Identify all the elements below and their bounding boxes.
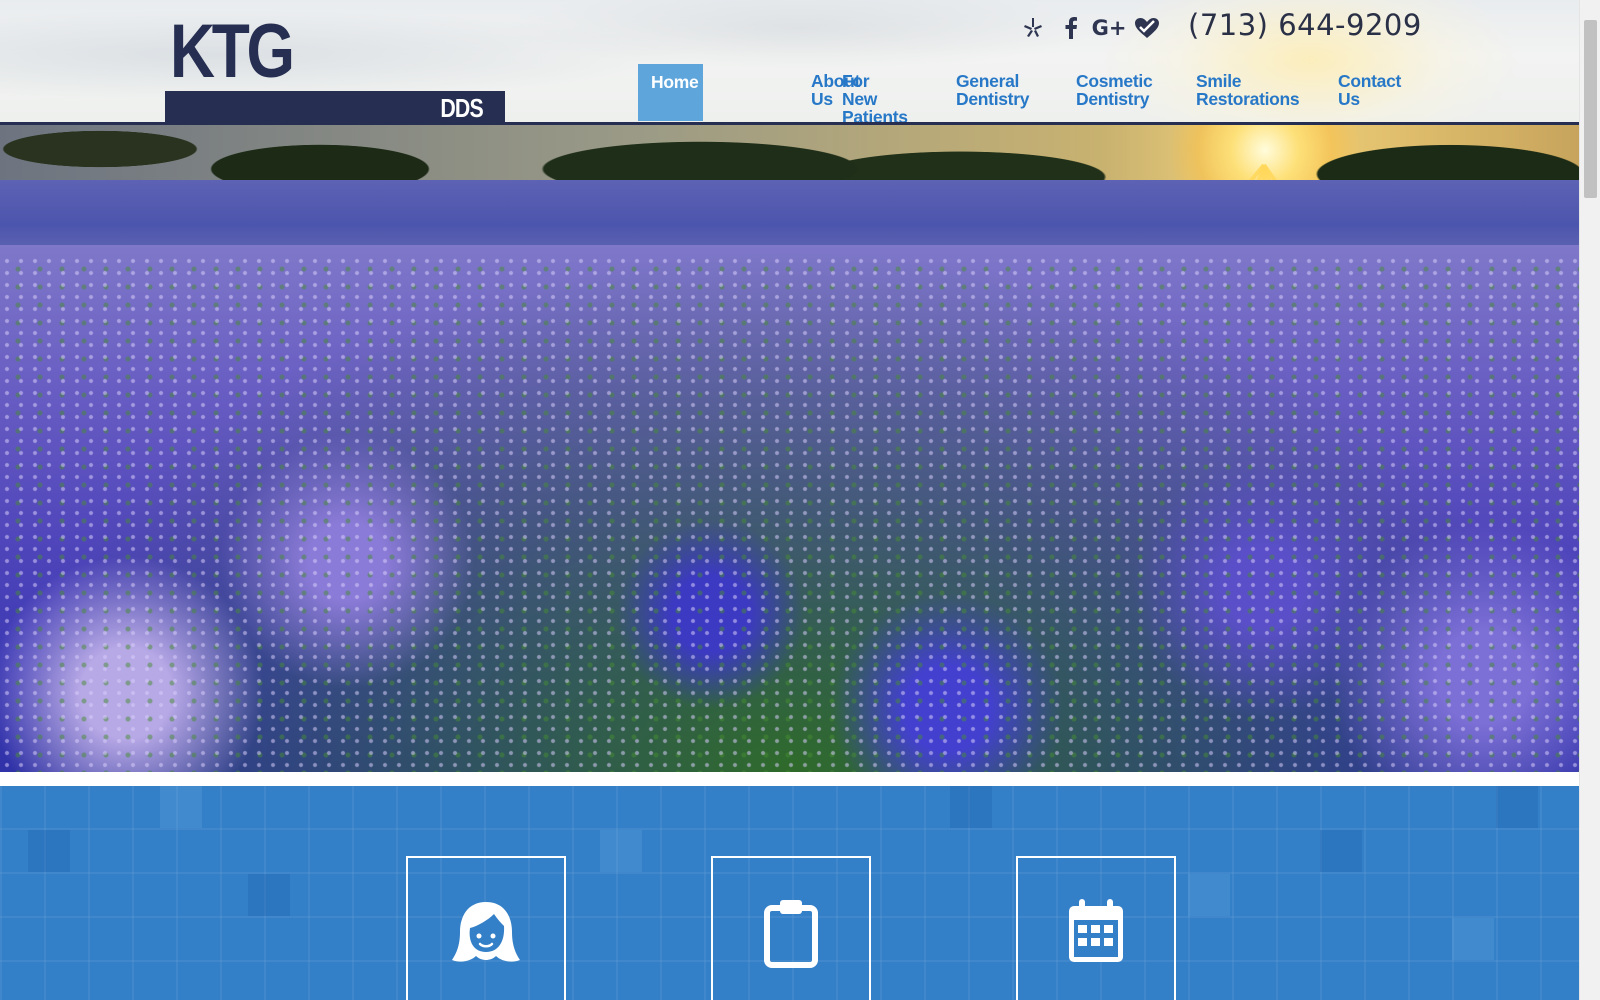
band-tile [1452, 918, 1494, 960]
nav-item-cosmetic-dentistry[interactable]: Cosmetic Dentistry [1076, 64, 1153, 121]
scrollbar-thumb[interactable] [1584, 20, 1597, 198]
google-plus-icon[interactable]: G+ [1090, 12, 1128, 44]
nav-item-label: Dentistry [956, 89, 1030, 109]
nav-item-smile-restorations[interactable]: Smile Restorations [1196, 64, 1300, 121]
yelp-icon[interactable] [1014, 12, 1052, 44]
nav-item-label: Us [1338, 89, 1360, 109]
nav-item-label: Home [651, 72, 699, 92]
patient-woman-icon [450, 898, 522, 973]
band-tile [600, 830, 642, 872]
calendar-icon [1067, 898, 1125, 969]
page-scrollbar[interactable] [1579, 0, 1600, 1000]
hero-flower-texture [0, 255, 1579, 772]
band-tile [1320, 830, 1362, 872]
band-tile [248, 874, 290, 916]
nav-item-label: Smile [1196, 71, 1242, 91]
nav-item-label: General [956, 71, 1020, 91]
hero-spacer [0, 772, 1579, 786]
facebook-icon[interactable] [1052, 12, 1090, 44]
band-tile [28, 830, 70, 872]
nav-item-general-dentistry[interactable]: General Dentistry [956, 64, 1029, 121]
band-tile [1496, 786, 1538, 828]
band-tile [1188, 874, 1230, 916]
logo-ktg[interactable]: KTG [170, 14, 295, 90]
feature-card-appointment[interactable] [1016, 856, 1176, 1000]
feature-card-forms[interactable] [711, 856, 871, 1000]
feature-card-patient[interactable] [406, 856, 566, 1000]
google-plus-label: G+ [1091, 16, 1127, 40]
nav-item-label: For New [842, 71, 878, 109]
phone-number[interactable]: (713) 644-9209 [1188, 8, 1422, 42]
logo-bar[interactable]: DDS [165, 91, 505, 123]
band-tile [950, 786, 992, 828]
nav-item-contact-us[interactable]: Contact Us [1338, 64, 1401, 121]
main-nav: Home About Us For New Patients General D… [638, 64, 1401, 123]
logo-dds: DDS [440, 93, 483, 123]
nav-item-home[interactable]: Home [638, 64, 703, 121]
hero-image-bluebonnet-field [0, 125, 1579, 772]
band-tile [160, 786, 202, 828]
nav-item-label: Cosmetic [1076, 71, 1153, 91]
clipboard-icon [764, 898, 818, 973]
healthgrades-icon[interactable] [1128, 12, 1166, 44]
nav-item-for-new-patients[interactable]: For New Patients [842, 64, 908, 123]
header-cloud [500, 0, 1100, 70]
nav-item-label: Restorations [1196, 89, 1300, 109]
nav-item-label: Dentistry [1076, 89, 1150, 109]
site-header: KTG DDS G+ (713) 644-9209 Home About Us … [0, 0, 1579, 123]
social-links: G+ [1014, 12, 1166, 44]
nav-item-label: Patients [842, 107, 908, 123]
nav-item-label: Contact [1338, 71, 1402, 91]
